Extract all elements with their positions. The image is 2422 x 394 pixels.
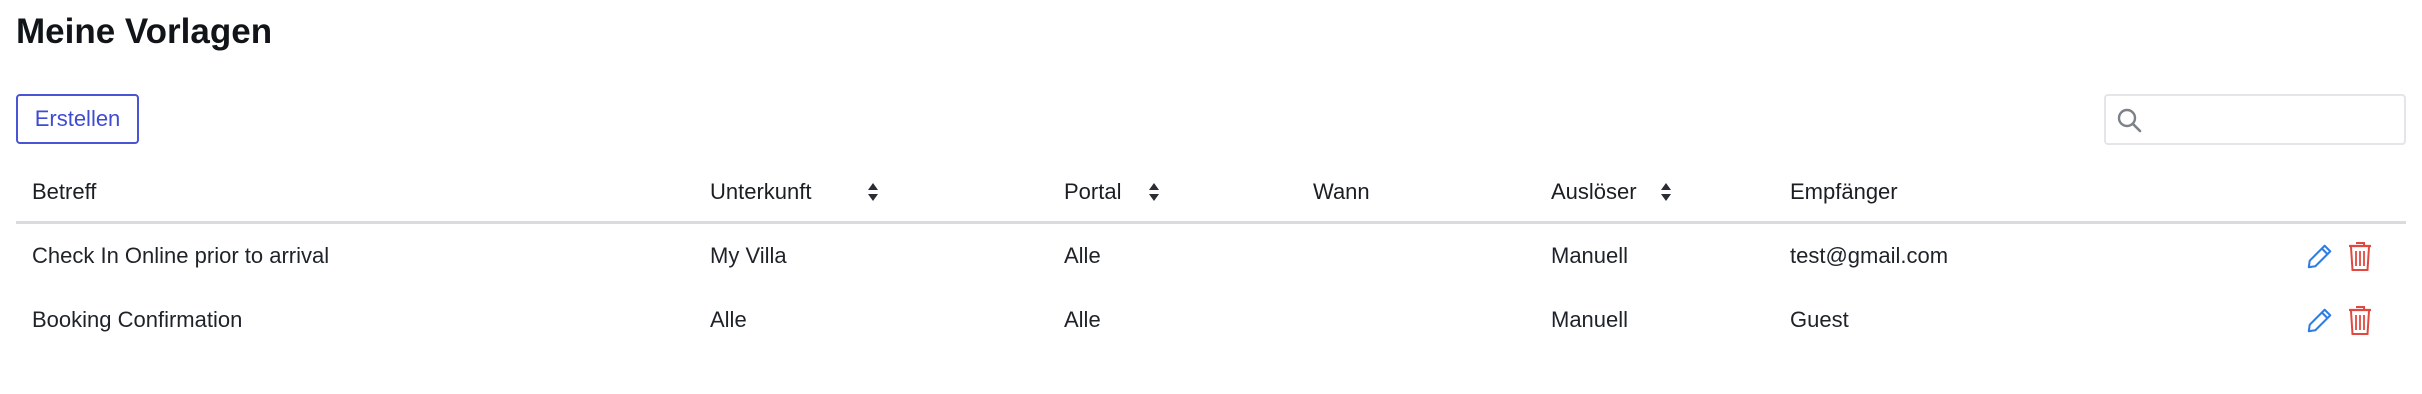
table-row[interactable]: Booking Confirmation Alle Alle Manuell G… (16, 288, 2406, 352)
cell-ausloeser: Manuell (1551, 243, 1629, 268)
sort-arrows-icon[interactable] (1147, 182, 1161, 202)
column-header-betreff[interactable]: Betreff (32, 162, 96, 221)
search-icon (2117, 108, 2142, 133)
pencil-icon (2307, 308, 2332, 333)
cell-portal: Alle (1064, 243, 1101, 268)
delete-button[interactable] (2346, 304, 2374, 336)
edit-button[interactable] (2306, 240, 2334, 272)
column-header-label: Wann (1313, 178, 1370, 204)
column-header-label: Betreff (32, 178, 97, 204)
create-button[interactable]: Erstellen (16, 94, 139, 144)
trash-icon (2349, 242, 2371, 271)
search-field[interactable] (2104, 94, 2406, 145)
cell-unterkunft: Alle (710, 307, 747, 332)
row-actions (2306, 288, 2374, 352)
table-header: Betreff Unterkunft Portal Wann Auslöser … (16, 162, 2406, 224)
search-input[interactable] (2152, 102, 2396, 138)
sort-arrows-icon[interactable] (1659, 182, 1673, 202)
row-actions (2306, 224, 2374, 288)
column-header-label: Portal (1064, 178, 1122, 204)
cell-ausloeser: Manuell (1551, 307, 1629, 332)
cell-betreff: Booking Confirmation (32, 307, 243, 332)
column-header-unterkunft[interactable]: Unterkunft (710, 162, 880, 221)
column-header-empfaenger[interactable]: Empfänger (1790, 162, 1898, 221)
column-header-portal[interactable]: Portal (1064, 162, 1161, 221)
pencil-icon (2307, 244, 2332, 269)
cell-empfaenger: test@gmail.com (1790, 243, 1949, 268)
column-header-label: Empfänger (1790, 178, 1898, 204)
column-header-wann[interactable]: Wann (1313, 162, 1370, 221)
column-header-ausloeser[interactable]: Auslöser (1551, 162, 1673, 221)
cell-portal: Alle (1064, 307, 1101, 332)
column-header-label: Unterkunft (710, 178, 812, 204)
cell-unterkunft: My Villa (710, 243, 787, 268)
page-title: Meine Vorlagen (16, 12, 273, 51)
delete-button[interactable] (2346, 240, 2374, 272)
edit-button[interactable] (2306, 304, 2334, 336)
sort-arrows-icon[interactable] (866, 182, 880, 202)
column-header-label: Auslöser (1551, 178, 1637, 204)
cell-empfaenger: Guest (1790, 307, 1849, 332)
cell-betreff: Check In Online prior to arrival (32, 243, 330, 268)
trash-icon (2349, 306, 2371, 335)
table-row[interactable]: Check In Online prior to arrival My Vill… (16, 224, 2406, 288)
